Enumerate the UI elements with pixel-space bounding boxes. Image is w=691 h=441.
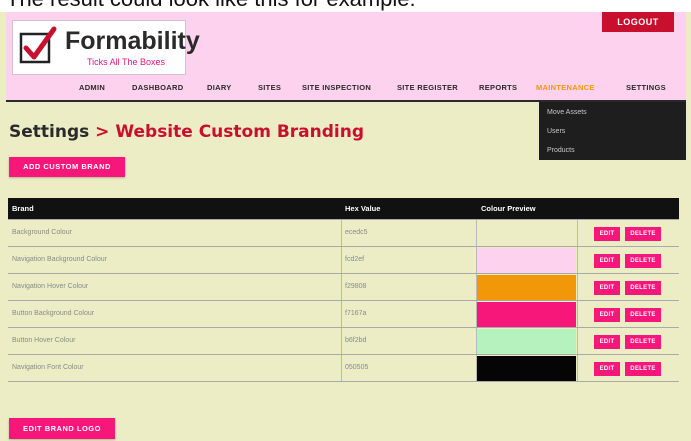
hex-value-cell: ecedc5 xyxy=(345,229,368,236)
colour-preview-swatch xyxy=(477,356,576,381)
brand-name-cell: Navigation Background Colour xyxy=(12,256,107,263)
column-divider xyxy=(577,301,578,328)
header-brand: Brand xyxy=(12,204,34,213)
hex-value-cell: f7167a xyxy=(345,310,367,317)
breadcrumb-current: Website Custom Branding xyxy=(115,122,365,142)
dropdown-item-products[interactable]: Products xyxy=(547,147,575,154)
main-nav: ADMIN DASHBOARD DIARY SITES SITE INSPECTION S… xyxy=(6,80,686,98)
colour-preview-swatch xyxy=(477,221,576,246)
nav-item-site-register[interactable]: SITE REGISTER xyxy=(397,83,458,92)
column-divider xyxy=(577,247,578,274)
nav-item-diary[interactable]: DIARY xyxy=(207,83,232,92)
delete-button[interactable]: DELETE xyxy=(625,335,661,349)
colour-preview-swatch xyxy=(477,329,576,354)
brand-name-cell: Navigation Font Colour xyxy=(12,364,84,371)
header-hex-value: Hex Value xyxy=(345,204,381,213)
delete-button[interactable]: DELETE xyxy=(625,254,661,268)
column-divider xyxy=(341,220,342,247)
nav-item-site-inspection[interactable]: SITE INSPECTION xyxy=(302,83,371,92)
logo[interactable]: Formability Ticks All The Boxes xyxy=(12,20,200,75)
hex-value-cell: f29808 xyxy=(345,283,367,290)
brand-name-cell: Navigation Hover Colour xyxy=(12,283,89,290)
column-divider xyxy=(577,328,578,355)
column-divider xyxy=(341,301,342,328)
nav-item-maintenance[interactable]: MAINTENANCE xyxy=(536,83,595,92)
hex-value-cell: b6f2bd xyxy=(345,337,367,344)
column-divider xyxy=(341,355,342,382)
brand-name-cell: Button Hover Colour xyxy=(12,337,76,344)
column-divider xyxy=(341,274,342,301)
column-divider xyxy=(577,220,578,247)
edit-brand-logo-button[interactable]: EDIT BRAND LOGO xyxy=(9,418,115,439)
hex-value-cell: fcd2ef xyxy=(345,256,365,263)
delete-button[interactable]: DELETE xyxy=(625,308,661,322)
logout-button[interactable]: LOGOUT xyxy=(602,12,674,32)
delete-button[interactable]: DELETE xyxy=(625,281,661,295)
edit-button[interactable]: EDIT xyxy=(594,281,620,295)
table-row: Button Background Colour f7167a EDIT DELETE xyxy=(8,300,679,328)
column-divider xyxy=(577,274,578,301)
delete-button[interactable]: DELETE xyxy=(625,227,661,241)
table-row: Navigation Font Colour 050505 EDIT DELETE xyxy=(8,354,679,382)
edit-button[interactable]: EDIT xyxy=(594,362,620,376)
colour-preview-swatch xyxy=(477,302,576,327)
table-header: Brand Hex Value Colour Preview xyxy=(8,198,679,219)
maintenance-dropdown: Move Assets Users Products xyxy=(539,102,686,160)
colour-preview-swatch xyxy=(477,248,576,273)
brand-name-cell: Background Colour xyxy=(12,229,72,236)
caption: The result could look like this for exam… xyxy=(0,0,691,12)
table-row: Button Hover Colour b6f2bd EDIT DELETE xyxy=(8,327,679,355)
nav-item-sites[interactable]: SITES xyxy=(258,83,281,92)
dropdown-item-users[interactable]: Users xyxy=(547,128,565,135)
nav-item-admin[interactable]: ADMIN xyxy=(79,83,105,92)
nav-item-settings[interactable]: SETTINGS xyxy=(626,83,666,92)
table-row: Navigation Background Colour fcd2ef EDIT DE… xyxy=(8,246,679,274)
brand-name-cell: Button Background Colour xyxy=(12,310,95,317)
column-divider xyxy=(341,328,342,355)
column-divider xyxy=(341,247,342,274)
edit-button[interactable]: EDIT xyxy=(594,254,620,268)
header: Formability Ticks All The Boxes LOGOUT A… xyxy=(6,12,686,102)
checkbox-tick-icon xyxy=(19,26,57,64)
delete-button[interactable]: DELETE xyxy=(625,362,661,376)
colour-preview-swatch xyxy=(477,275,576,300)
logo-tagline: Ticks All The Boxes xyxy=(87,57,166,67)
table-row: Background Colour ecedc5 EDIT DELETE xyxy=(8,219,679,247)
edit-button[interactable]: EDIT xyxy=(594,308,620,322)
table-row: Navigation Hover Colour f29808 EDIT DELETE xyxy=(8,273,679,301)
caption-text: The result could look like this for exam… xyxy=(6,0,416,12)
header-colour-preview: Colour Preview xyxy=(481,204,536,213)
nav-item-dashboard[interactable]: DASHBOARD xyxy=(132,83,183,92)
nav-item-reports[interactable]: REPORTS xyxy=(479,83,517,92)
table-bottom-border xyxy=(8,381,679,382)
column-divider xyxy=(577,355,578,382)
page-title: Settings > Website Custom Branding xyxy=(9,122,364,142)
breadcrumb-separator: > xyxy=(95,122,110,142)
edit-button[interactable]: EDIT xyxy=(594,227,620,241)
edit-button[interactable]: EDIT xyxy=(594,335,620,349)
logo-name: Formability xyxy=(65,27,200,55)
add-custom-brand-button[interactable]: ADD CUSTOM BRAND xyxy=(9,157,125,177)
hex-value-cell: 050505 xyxy=(345,364,369,371)
breadcrumb-settings[interactable]: Settings xyxy=(9,122,89,142)
dropdown-item-move-assets[interactable]: Move Assets xyxy=(547,109,587,116)
